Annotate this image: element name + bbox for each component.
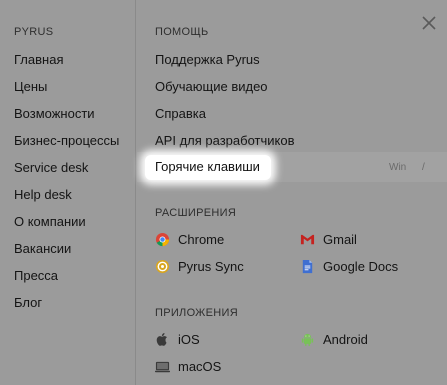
help-item-hotkeys[interactable]: Горячие клавиши [155, 159, 260, 174]
menu-item-about[interactable]: О компании [14, 214, 86, 229]
help-heading: ПОМОЩЬ [155, 26, 209, 38]
menu-item-features[interactable]: Возможности [14, 106, 95, 121]
extension-pyrus-sync[interactable]: Pyrus Sync [155, 259, 244, 274]
extension-gmail-label: Gmail [323, 232, 357, 247]
extension-google-docs[interactable]: Google Docs [300, 259, 398, 274]
help-item-support[interactable]: Поддержка Pyrus [155, 52, 260, 67]
apps-heading: ПРИЛОЖЕНИЯ [155, 307, 238, 319]
extension-google-docs-label: Google Docs [323, 259, 399, 274]
extensions-heading: РАСШИРЕНИЯ [155, 207, 237, 219]
apple-icon [156, 333, 167, 346]
app-macos[interactable]: macOS [155, 359, 221, 374]
macos-icon [155, 361, 170, 373]
left-menu: PYRUS Главная Цены Возможности Бизнес-пр… [0, 0, 136, 385]
app-android-label: Android [323, 332, 368, 347]
extension-chrome[interactable]: Chrome [155, 232, 224, 247]
menu-item-home[interactable]: Главная [14, 52, 63, 67]
pyrus-heading: PYRUS [14, 26, 54, 38]
pyrus-sync-icon [155, 259, 170, 274]
menu-item-vacancies[interactable]: Вакансии [14, 241, 71, 256]
help-item-videos[interactable]: Обучающие видео [155, 79, 268, 94]
shortcut-key-label: / [422, 162, 425, 173]
chrome-icon [155, 232, 170, 247]
menu-item-business-processes[interactable]: Бизнес-процессы [14, 133, 119, 148]
menu-item-service-desk[interactable]: Service desk [14, 160, 88, 175]
google-docs-icon [302, 259, 313, 274]
app-ios[interactable]: iOS [155, 332, 200, 347]
app-android[interactable]: Android [300, 332, 368, 347]
android-icon [301, 333, 314, 347]
app-ios-label: iOS [178, 332, 200, 347]
help-item-api[interactable]: API для разработчиков [155, 133, 294, 148]
extension-chrome-label: Chrome [178, 232, 225, 247]
shortcut-os-label: Win [389, 162, 407, 173]
menu-item-help-desk[interactable]: Help desk [14, 187, 72, 202]
menu-item-press[interactable]: Пресса [14, 268, 58, 283]
app-macos-label: macOS [178, 359, 222, 374]
extension-pyrus-sync-label: Pyrus Sync [178, 259, 244, 274]
close-icon[interactable] [420, 14, 438, 32]
menu-item-prices[interactable]: Цены [14, 79, 47, 94]
help-item-reference[interactable]: Справка [155, 106, 206, 121]
menu-item-blog[interactable]: Блог [14, 295, 42, 310]
extension-gmail[interactable]: Gmail [300, 232, 357, 247]
gmail-icon [300, 234, 315, 245]
